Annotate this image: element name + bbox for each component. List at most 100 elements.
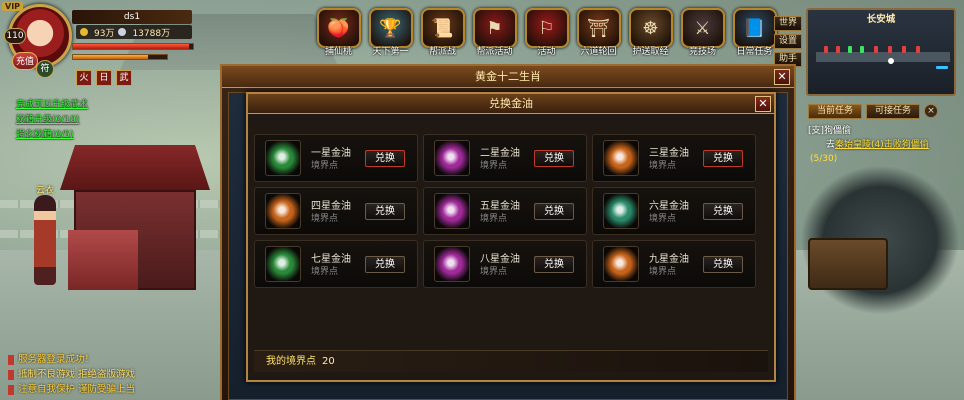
- sun-buff-icon[interactable]: 日: [96, 70, 112, 86]
- menu-button-flag[interactable]: ⚑ 帮派活动: [470, 8, 519, 64]
- settings-button[interactable]: 设置: [774, 34, 802, 49]
- trophy-icon: 🏆: [368, 8, 413, 48]
- gold-oil-icon[interactable]: [603, 140, 639, 176]
- exchange-button[interactable]: 兑换: [703, 203, 743, 220]
- map-npc-marker: [874, 46, 878, 53]
- exchange-item-card: 五星金油境界点 兑换: [423, 187, 587, 235]
- menu-button-trophy[interactable]: 🏆 天下第一: [366, 8, 415, 64]
- gold-oil-icon[interactable]: [434, 193, 470, 229]
- map-npc-marker: [888, 46, 892, 53]
- item-cost-label: 境界点: [649, 214, 677, 224]
- gold-oil-icon[interactable]: [265, 246, 301, 282]
- menu-button-book[interactable]: 📘 日常任务: [730, 8, 779, 64]
- exchange-item-card: 八星金油 境界点 兑换: [423, 240, 587, 288]
- menu-button-peach[interactable]: 🍑 捕仙桃: [314, 8, 363, 64]
- menu-button-label: 天下第一: [372, 47, 409, 57]
- quest-link[interactable]: 完成可以升级武术: [16, 98, 88, 113]
- item-cost-label: 境界点: [480, 161, 508, 171]
- exchange-item-card: 七星金油 境界点 兑换: [254, 240, 418, 288]
- vip-badge[interactable]: VIP: [2, 2, 24, 11]
- currency-row: 93万 13788万: [76, 25, 192, 39]
- item-name: 一星金油: [311, 148, 351, 159]
- banner-icon: ⚐: [524, 8, 569, 48]
- tab-current-quests[interactable]: 当前任务: [808, 104, 863, 119]
- menu-button-label: 捕仙桃: [324, 47, 352, 57]
- realm-points-footer: 我的境界点 20: [254, 350, 768, 372]
- map-npc-marker: [824, 46, 828, 53]
- gold-oil-icon[interactable]: [434, 140, 470, 176]
- gold-oil-icon[interactable]: [603, 193, 639, 229]
- exchange-item-card: 九星金油境界点 兑换: [592, 240, 756, 288]
- item-name: 五星金油: [480, 201, 520, 212]
- mp-bar: [72, 54, 168, 60]
- minimap[interactable]: 长安城: [806, 8, 956, 96]
- system-tag-icon: [8, 369, 14, 380]
- gold-oil-icon[interactable]: [265, 140, 301, 176]
- chat-line: 服务器登录成功！: [8, 352, 168, 367]
- zodiac-panel-close-icon[interactable]: ✕: [774, 69, 790, 85]
- exchange-button[interactable]: 兑换: [365, 150, 405, 167]
- pagoda-icon: ⛩: [576, 8, 621, 48]
- system-chat: 服务器登录成功！ 抵制不良游戏 拒绝盗版游戏 注意自我保护 谨防受骗上当: [8, 352, 168, 397]
- quest-objective: 去秦始皇陵(4)击败狗儡偷: [808, 138, 958, 152]
- rune-button[interactable]: 符: [36, 60, 54, 78]
- sword-icon: ⚔: [680, 8, 725, 48]
- item-name: 三星金油: [649, 148, 689, 159]
- fire-buff-icon[interactable]: 火: [76, 70, 92, 86]
- martial-buff-icon[interactable]: 武: [116, 70, 132, 86]
- map-npc-marker: [836, 46, 840, 53]
- menu-button-banner[interactable]: ⚐ 活动: [522, 8, 571, 64]
- item-name: 八星金油: [480, 254, 520, 265]
- world-button[interactable]: 世界: [774, 16, 802, 31]
- quest-link[interactable]: 强化秘籍(0/5): [16, 128, 88, 143]
- menu-button-monk[interactable]: ☸ 护送取经: [626, 8, 675, 64]
- exchange-button[interactable]: 兑换: [365, 203, 405, 220]
- exchange-dialog-close-icon[interactable]: ✕: [755, 96, 771, 112]
- chat-line: 抵制不良游戏 拒绝盗版游戏: [8, 367, 168, 382]
- item-cost-label: 境界点: [311, 161, 339, 171]
- stall-cloth: [68, 230, 138, 290]
- exchange-button[interactable]: 兑换: [365, 256, 405, 273]
- map-npc-marker: [902, 46, 906, 53]
- gold-oil-icon[interactable]: [434, 246, 470, 282]
- exchange-button[interactable]: 兑换: [703, 256, 743, 273]
- item-name: 二星金油: [480, 148, 520, 159]
- map-npc-marker: [860, 46, 864, 53]
- quest-title: [支]狗儡偷: [808, 126, 852, 136]
- exchange-item-card: 三星金油 境界点 兑换: [592, 134, 756, 182]
- item-name: 九星金油: [649, 254, 689, 265]
- menu-button-scroll[interactable]: 📜 帮派战: [418, 8, 467, 64]
- item-cost-label: 境界点: [649, 267, 677, 277]
- exchange-button[interactable]: 兑换: [534, 256, 574, 273]
- side-button-column: 世界 设置 助手: [774, 16, 802, 67]
- buff-list: 火 日 武: [76, 70, 132, 86]
- npc-character[interactable]: [34, 195, 56, 285]
- menu-button-label: 六道轮回: [580, 47, 617, 57]
- menu-button-pagoda[interactable]: ⛩ 六道轮回: [574, 8, 623, 64]
- quest-close-icon[interactable]: ×: [924, 104, 939, 118]
- item-cost-label: 境界点: [480, 214, 508, 224]
- exchange-button[interactable]: 兑换: [534, 150, 574, 167]
- menu-button-label: 竞技场: [688, 47, 716, 57]
- quest-objective-link[interactable]: 秦始皇陵(4)击败狗儡偷: [835, 140, 929, 150]
- player-frame: VIP 110 充值 符 ds1 93万 13788万 火 日 武: [0, 0, 200, 90]
- map-road: [816, 52, 950, 62]
- hp-fill: [73, 44, 190, 49]
- peach-icon: 🍑: [316, 8, 361, 48]
- quest-link[interactable]: 秘籍升级(0/10): [16, 113, 88, 128]
- gold-oil-icon[interactable]: [603, 246, 639, 282]
- flag-icon: ⚑: [472, 8, 517, 48]
- scroll-icon: 📜: [420, 8, 465, 48]
- market-stall: [60, 140, 210, 300]
- exchange-button[interactable]: 兑换: [534, 203, 574, 220]
- mp-fill: [73, 55, 149, 59]
- treasure-chest[interactable]: [808, 238, 888, 290]
- gold-oil-icon[interactable]: [265, 193, 301, 229]
- exchange-dialog-title: 兑换金油: [248, 94, 774, 114]
- exchange-button[interactable]: 兑换: [703, 150, 743, 167]
- gold-coin-icon: [80, 28, 88, 36]
- tab-available-quests[interactable]: 可接任务: [866, 104, 921, 119]
- exchange-item-card: 二星金油境界点 兑换: [423, 134, 587, 182]
- recharge-button[interactable]: 充值: [12, 52, 38, 70]
- menu-button-sword[interactable]: ⚔ 竞技场: [678, 8, 727, 64]
